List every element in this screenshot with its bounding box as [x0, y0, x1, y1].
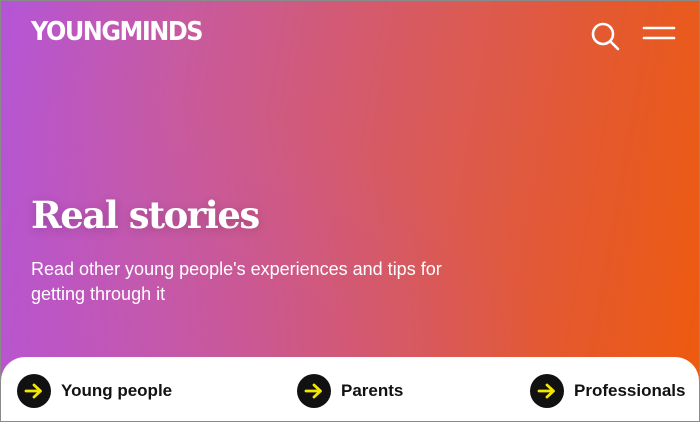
page-frame: YOUNGMINDS Real stories Read other young…: [1, 1, 699, 421]
audience-nav: Young people Parents Professionals: [1, 357, 699, 421]
parents-link[interactable]: Parents: [297, 374, 403, 408]
parents-label: Parents: [341, 381, 404, 400]
search-icon: [591, 22, 620, 51]
young-people-label: Young people: [61, 381, 173, 400]
search-button[interactable]: [589, 20, 621, 52]
professionals-link[interactable]: Professionals: [530, 374, 686, 408]
site-header: YOUNGMINDS: [1, 1, 699, 71]
hamburger-menu-icon: [642, 26, 676, 40]
page-title: Real stories: [31, 193, 260, 237]
young-people-link[interactable]: Young people: [17, 374, 172, 408]
hero-section: Real stories Read other young people's e…: [31, 191, 511, 307]
professionals-label: Professionals: [574, 381, 686, 400]
arrow-right-icon: [297, 374, 331, 408]
arrow-right-icon: [17, 374, 51, 408]
menu-button[interactable]: [642, 23, 676, 45]
youngminds-logo[interactable]: YOUNGMINDS: [31, 17, 203, 47]
arrow-right-icon: [530, 374, 564, 408]
page-subtitle: Read other young people's experiences an…: [31, 259, 442, 304]
